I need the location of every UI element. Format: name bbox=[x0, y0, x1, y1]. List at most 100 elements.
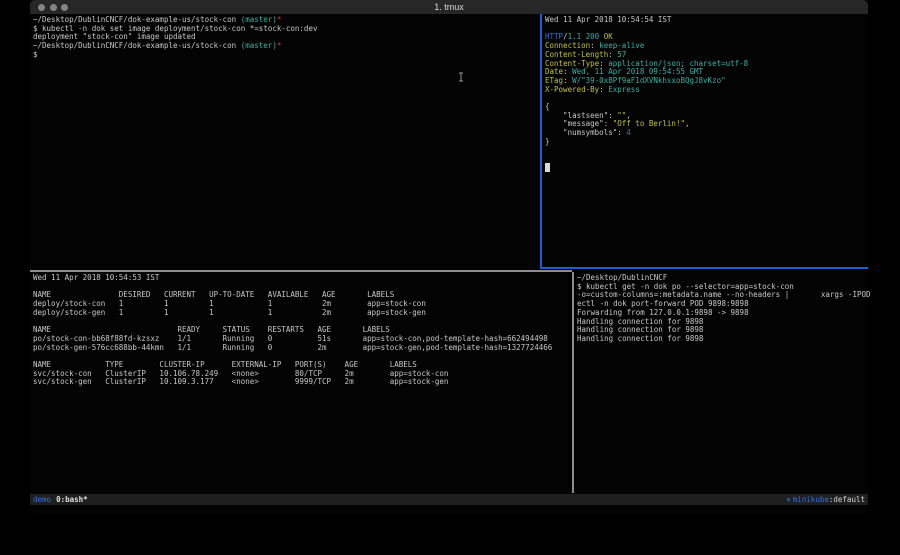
helm-wheel-icon: ⎈ bbox=[786, 494, 791, 505]
terminal-line: X-Powered-By: Express bbox=[545, 86, 871, 95]
text-segment: $ kubectl -n dok set image deployment/st… bbox=[33, 24, 317, 33]
tmux-status-bar: demo 0:bash* ⎈ minikube :default bbox=[30, 494, 868, 505]
text-segment: Connection bbox=[545, 41, 590, 50]
text-segment: ~/Desktop/DublinCNCF bbox=[577, 273, 667, 282]
text-segment: Handling connection for 9898 bbox=[577, 317, 703, 326]
text-segment: 4 bbox=[626, 128, 631, 137]
text-segment: NAME READY STATUS RESTARTS AGE LABELS bbox=[33, 325, 390, 334]
text-segment: : bbox=[599, 85, 608, 94]
window-titlebar[interactable]: 1. tmux bbox=[30, 0, 868, 14]
text-segment: : bbox=[608, 50, 617, 59]
text-segment: : bbox=[563, 67, 572, 76]
text-segment: : bbox=[590, 41, 599, 50]
mouse-ibeam-cursor bbox=[458, 72, 464, 82]
terminal-line: po/stock-gen-576cc688bb-44kmn 1/1 Runnin… bbox=[33, 344, 573, 353]
text-segment: Forwarding from 127.0.0.1:9898 -> 9898 bbox=[577, 308, 749, 317]
text-segment: $ kubectl get -n dok po --selector=app=s… bbox=[577, 282, 794, 291]
text-segment: Wed, 11 Apr 2018 09:54:55 GMT bbox=[572, 67, 703, 76]
text-segment: ectl -n dok port-forward POD 9898:9898 bbox=[577, 299, 749, 308]
window-title: 1. tmux bbox=[434, 2, 464, 12]
text-segment: Wed 11 Apr 2018 10:54:54 IST bbox=[545, 15, 671, 24]
terminal-line: svc/stock-gen ClusterIP 10.109.3.177 <no… bbox=[33, 378, 573, 387]
text-segment: ~/Desktop/DublinCNCF/dok-example-us/stoc… bbox=[33, 41, 241, 50]
text-segment: (master) bbox=[241, 41, 277, 50]
text-segment: "Off to Berlin!" bbox=[613, 119, 685, 128]
text-segment: , bbox=[626, 111, 631, 120]
text-segment: NAME TYPE CLUSTER-IP EXTERNAL-IP PORT(S)… bbox=[33, 360, 417, 369]
terminal-window: 1. tmux ~/Desktop/DublinCNCF/dok-example… bbox=[30, 0, 868, 514]
desktop: { "window": { "title": "1. tmux", "traff… bbox=[0, 0, 900, 555]
text-segment: (master) bbox=[241, 15, 277, 24]
session-name: demo bbox=[33, 494, 51, 505]
terminal-line: $ bbox=[33, 51, 541, 60]
text-segment: deploy/stock-con 1 1 1 1 2m app=stock-co… bbox=[33, 299, 426, 308]
text-segment: HTTP bbox=[545, 32, 563, 41]
terminal-line bbox=[545, 94, 871, 103]
text-segment: 57 bbox=[617, 50, 626, 59]
pane-border-vertical-top-active[interactable] bbox=[540, 14, 542, 268]
terminal-line: "numsymbols": 4 bbox=[545, 129, 871, 138]
text-segment: application/json; charset=utf-8 bbox=[608, 59, 748, 68]
status-left: demo 0:bash* bbox=[33, 494, 88, 505]
text-segment: "numsymbols": bbox=[545, 128, 626, 137]
text-segment: : bbox=[599, 59, 608, 68]
text-segment: NAME DESIRED CURRENT UP-TO-DATE AVAILABL… bbox=[33, 290, 394, 299]
text-segment: Wed 11 Apr 2018 10:54:53 IST bbox=[33, 273, 159, 282]
text-segment: deploy/stock-gen 1 1 1 1 2m app=stock-ge… bbox=[33, 308, 426, 317]
text-segment: "message": bbox=[545, 119, 613, 128]
terminal-line: Handling connection for 9898 bbox=[577, 335, 871, 344]
text-segment: 1.1 200 bbox=[568, 32, 600, 41]
minimize-button[interactable] bbox=[50, 4, 57, 11]
text-segment: svc/stock-gen ClusterIP 10.109.3.177 <no… bbox=[33, 377, 448, 386]
terminal-line: Wed 11 Apr 2018 10:54:54 IST bbox=[545, 16, 871, 25]
text-segment: * bbox=[277, 15, 282, 24]
text-segment: $ bbox=[33, 50, 38, 59]
kube-context: minikube bbox=[793, 494, 829, 505]
close-button[interactable] bbox=[38, 4, 45, 11]
window-tab-bash[interactable]: 0:bash* bbox=[56, 494, 88, 505]
text-segment: Handling connection for 9898 bbox=[577, 325, 703, 334]
terminal-line bbox=[545, 155, 871, 164]
text-segment: Handling connection for 9898 bbox=[577, 334, 703, 343]
text-segment: -o=custom-columns=:metadata.name --no-he… bbox=[577, 290, 871, 299]
text-segment: po/stock-gen-576cc688bb-44kmn 1/1 Runnin… bbox=[33, 343, 552, 352]
kube-namespace: :default bbox=[829, 494, 865, 505]
text-segment: Content-Length bbox=[545, 50, 608, 59]
terminal-line: } bbox=[545, 138, 871, 147]
text-segment: OK bbox=[604, 32, 613, 41]
terminal-line: Wed 11 Apr 2018 10:54:53 IST bbox=[33, 274, 573, 283]
text-segment: W/"39-0xBPf9aF1dXVNkhsxoBQgJ8vKzo" bbox=[572, 76, 726, 85]
pane-bottom-left[interactable]: Wed 11 Apr 2018 10:54:53 IST NAME DESIRED… bbox=[30, 272, 573, 494]
text-segment: : bbox=[563, 76, 572, 85]
pane-top-right[interactable]: Wed 11 Apr 2018 10:54:54 ISTHTTP/1.1 200… bbox=[542, 14, 871, 268]
zoom-button[interactable] bbox=[61, 4, 68, 11]
pane-border-horizontal-right-active[interactable] bbox=[540, 267, 868, 269]
text-segment: { bbox=[545, 102, 550, 111]
traffic-lights bbox=[38, 4, 68, 11]
status-right: ⎈ minikube :default bbox=[786, 494, 865, 505]
terminal-line bbox=[545, 147, 871, 156]
terminal-line: ~/Desktop/DublinCNCF/dok-example-us/stoc… bbox=[33, 42, 541, 51]
pane-bottom-right[interactable]: ~/Desktop/DublinCNCF$ kubectl get -n dok… bbox=[574, 272, 871, 494]
text-segment: keep-alive bbox=[599, 41, 644, 50]
text-segment: } bbox=[545, 137, 550, 146]
text-segment: X-Powered-By bbox=[545, 85, 599, 94]
text-segment: po/stock-con-bb68f88fd-kzsxz 1/1 Running… bbox=[33, 334, 548, 343]
terminal-line bbox=[545, 164, 871, 173]
pane-border-vertical-bottom[interactable] bbox=[572, 272, 574, 493]
text-segment: Express bbox=[608, 85, 640, 94]
text-segment: ~/Desktop/DublinCNCF/dok-example-us/stoc… bbox=[33, 15, 241, 24]
text-segment: Content-Type bbox=[545, 59, 599, 68]
pane-top-left[interactable]: ~/Desktop/DublinCNCF/dok-example-us/stoc… bbox=[30, 14, 541, 268]
text-segment: Date bbox=[545, 67, 563, 76]
text-segment: svc/stock-con ClusterIP 10.106.78.249 <n… bbox=[33, 369, 448, 378]
pane-border-horizontal-left[interactable] bbox=[30, 270, 572, 272]
text-segment: deployment "stock-con" image updated bbox=[33, 32, 196, 41]
text-segment: "" bbox=[617, 111, 626, 120]
terminal-line: deploy/stock-gen 1 1 1 1 2m app=stock-ge… bbox=[33, 309, 573, 318]
text-segment: * bbox=[277, 41, 282, 50]
text-segment: ETag bbox=[545, 76, 563, 85]
text-segment: "lastseen": bbox=[545, 111, 617, 120]
block-cursor bbox=[545, 163, 550, 172]
text-segment: , bbox=[685, 119, 690, 128]
